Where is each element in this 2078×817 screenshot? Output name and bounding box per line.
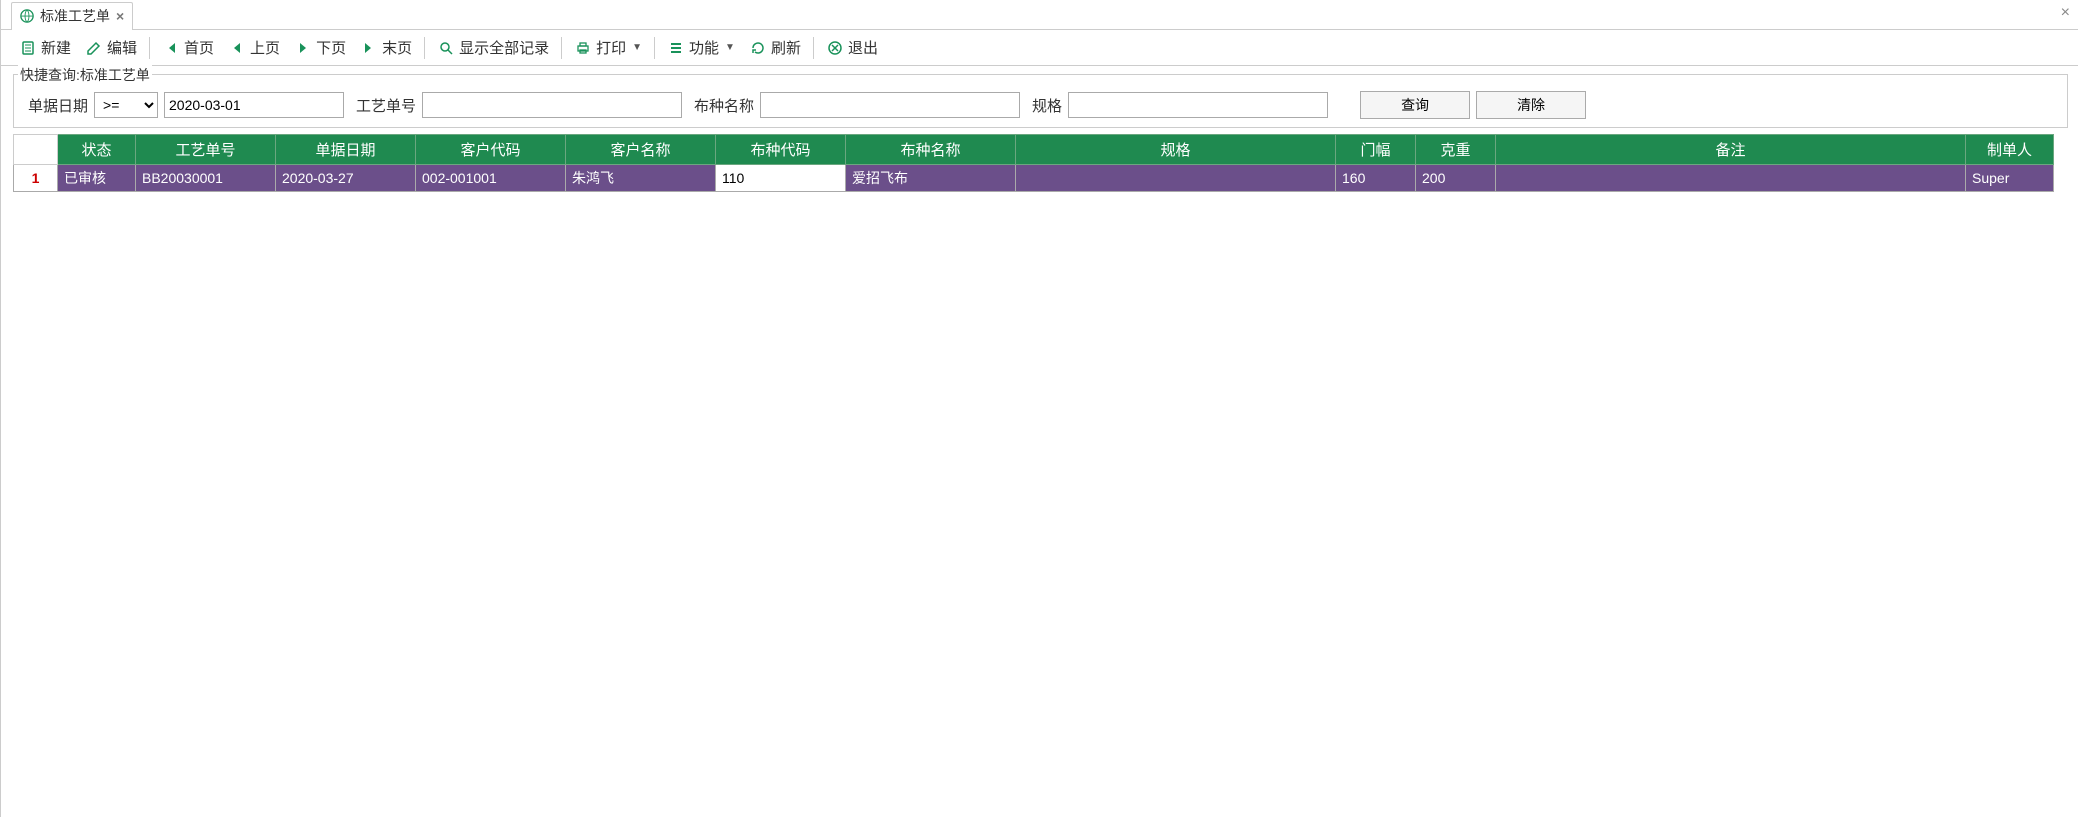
function-button[interactable]: 功能 ▼ [661, 35, 741, 60]
col-rownum[interactable] [14, 135, 58, 165]
fabricname-label: 布种名称 [694, 95, 754, 116]
prev-icon [228, 40, 246, 56]
col-orderno[interactable]: 工艺单号 [136, 135, 276, 165]
toolbar-separator [813, 37, 814, 59]
toolbar-separator [561, 37, 562, 59]
spec-label: 规格 [1032, 95, 1062, 116]
table-header: 状态 工艺单号 单据日期 客户代码 客户名称 布种代码 布种名称 规格 门幅 克… [14, 135, 2054, 165]
date-input[interactable] [164, 92, 344, 118]
clear-button[interactable]: 清除 [1476, 91, 1586, 119]
cell-width[interactable]: 160 [1336, 165, 1416, 192]
cell-remark[interactable] [1496, 165, 1966, 192]
last-icon [360, 40, 378, 56]
last-page-button[interactable]: 末页 [354, 35, 418, 60]
exit-icon [826, 40, 844, 56]
show-all-button[interactable]: 显示全部记录 [431, 35, 555, 60]
tab-title: 标准工艺单 [40, 6, 110, 26]
cell-custcode[interactable]: 002-001001 [416, 165, 566, 192]
table-row[interactable]: 1 已审核 BB20030001 2020-03-27 002-001001 朱… [14, 165, 2054, 192]
prev-page-button[interactable]: 上页 [222, 35, 286, 60]
toolbar: 新建 编辑 首页 上页 下页 末页 显示全部记录 [1, 30, 2078, 66]
new-icon [19, 40, 37, 56]
cell-orderno[interactable]: BB20030001 [136, 165, 276, 192]
toolbar-separator [424, 37, 425, 59]
close-icon[interactable]: × [2061, 4, 2070, 22]
first-page-button[interactable]: 首页 [156, 35, 220, 60]
toolbar-separator [654, 37, 655, 59]
col-weight[interactable]: 克重 [1416, 135, 1496, 165]
cell-fabricname[interactable]: 爱招飞布 [846, 165, 1016, 192]
search-icon [437, 40, 455, 56]
cell-creator[interactable]: Super [1966, 165, 2054, 192]
cell-date[interactable]: 2020-03-27 [276, 165, 416, 192]
cell-status[interactable]: 已审核 [58, 165, 136, 192]
cell-fabriccode[interactable] [716, 165, 846, 192]
chevron-down-icon: ▼ [632, 42, 642, 53]
cell-weight[interactable]: 200 [1416, 165, 1496, 192]
edit-button[interactable]: 编辑 [79, 35, 143, 60]
date-operator-select[interactable]: >= [94, 92, 158, 118]
refresh-button[interactable]: 刷新 [743, 35, 807, 60]
new-button[interactable]: 新建 [13, 35, 77, 60]
cell-custname[interactable]: 朱鸿飞 [566, 165, 716, 192]
col-custcode[interactable]: 客户代码 [416, 135, 566, 165]
orderno-input[interactable] [422, 92, 682, 118]
data-grid: 状态 工艺单号 单据日期 客户代码 客户名称 布种代码 布种名称 规格 门幅 克… [13, 134, 2068, 192]
query-legend: 快捷查询:标准工艺单 [18, 65, 152, 85]
quick-query-panel: 快捷查询:标准工艺单 单据日期 >= 工艺单号 布种名称 规格 查询 清除 [13, 74, 2068, 128]
col-custname[interactable]: 客户名称 [566, 135, 716, 165]
col-status[interactable]: 状态 [58, 135, 136, 165]
cell-spec[interactable] [1016, 165, 1336, 192]
refresh-icon [749, 40, 767, 56]
tab-close-icon[interactable]: × [116, 8, 124, 24]
print-icon [574, 40, 592, 56]
chevron-down-icon: ▼ [725, 42, 735, 53]
col-remark[interactable]: 备注 [1496, 135, 1966, 165]
edit-icon [85, 40, 103, 56]
first-icon [162, 40, 180, 56]
orderno-label: 工艺单号 [356, 95, 416, 116]
spec-input[interactable] [1068, 92, 1328, 118]
toolbar-separator [149, 37, 150, 59]
col-spec[interactable]: 规格 [1016, 135, 1336, 165]
col-fabricname[interactable]: 布种名称 [846, 135, 1016, 165]
col-fabriccode[interactable]: 布种代码 [716, 135, 846, 165]
next-icon [294, 40, 312, 56]
tab-bar: 标准工艺单 × × [1, 0, 2078, 30]
fabriccode-edit-input[interactable] [722, 170, 839, 186]
fabricname-input[interactable] [760, 92, 1020, 118]
list-icon [667, 40, 685, 56]
next-page-button[interactable]: 下页 [288, 35, 352, 60]
search-button[interactable]: 查询 [1360, 91, 1470, 119]
tab-standard-process[interactable]: 标准工艺单 × [11, 2, 133, 30]
col-creator[interactable]: 制单人 [1966, 135, 2054, 165]
col-date[interactable]: 单据日期 [276, 135, 416, 165]
col-width[interactable]: 门幅 [1336, 135, 1416, 165]
row-number: 1 [14, 165, 58, 192]
exit-button[interactable]: 退出 [820, 35, 884, 60]
date-label: 单据日期 [28, 95, 88, 116]
print-button[interactable]: 打印 ▼ [568, 35, 648, 60]
globe-icon [20, 9, 34, 23]
